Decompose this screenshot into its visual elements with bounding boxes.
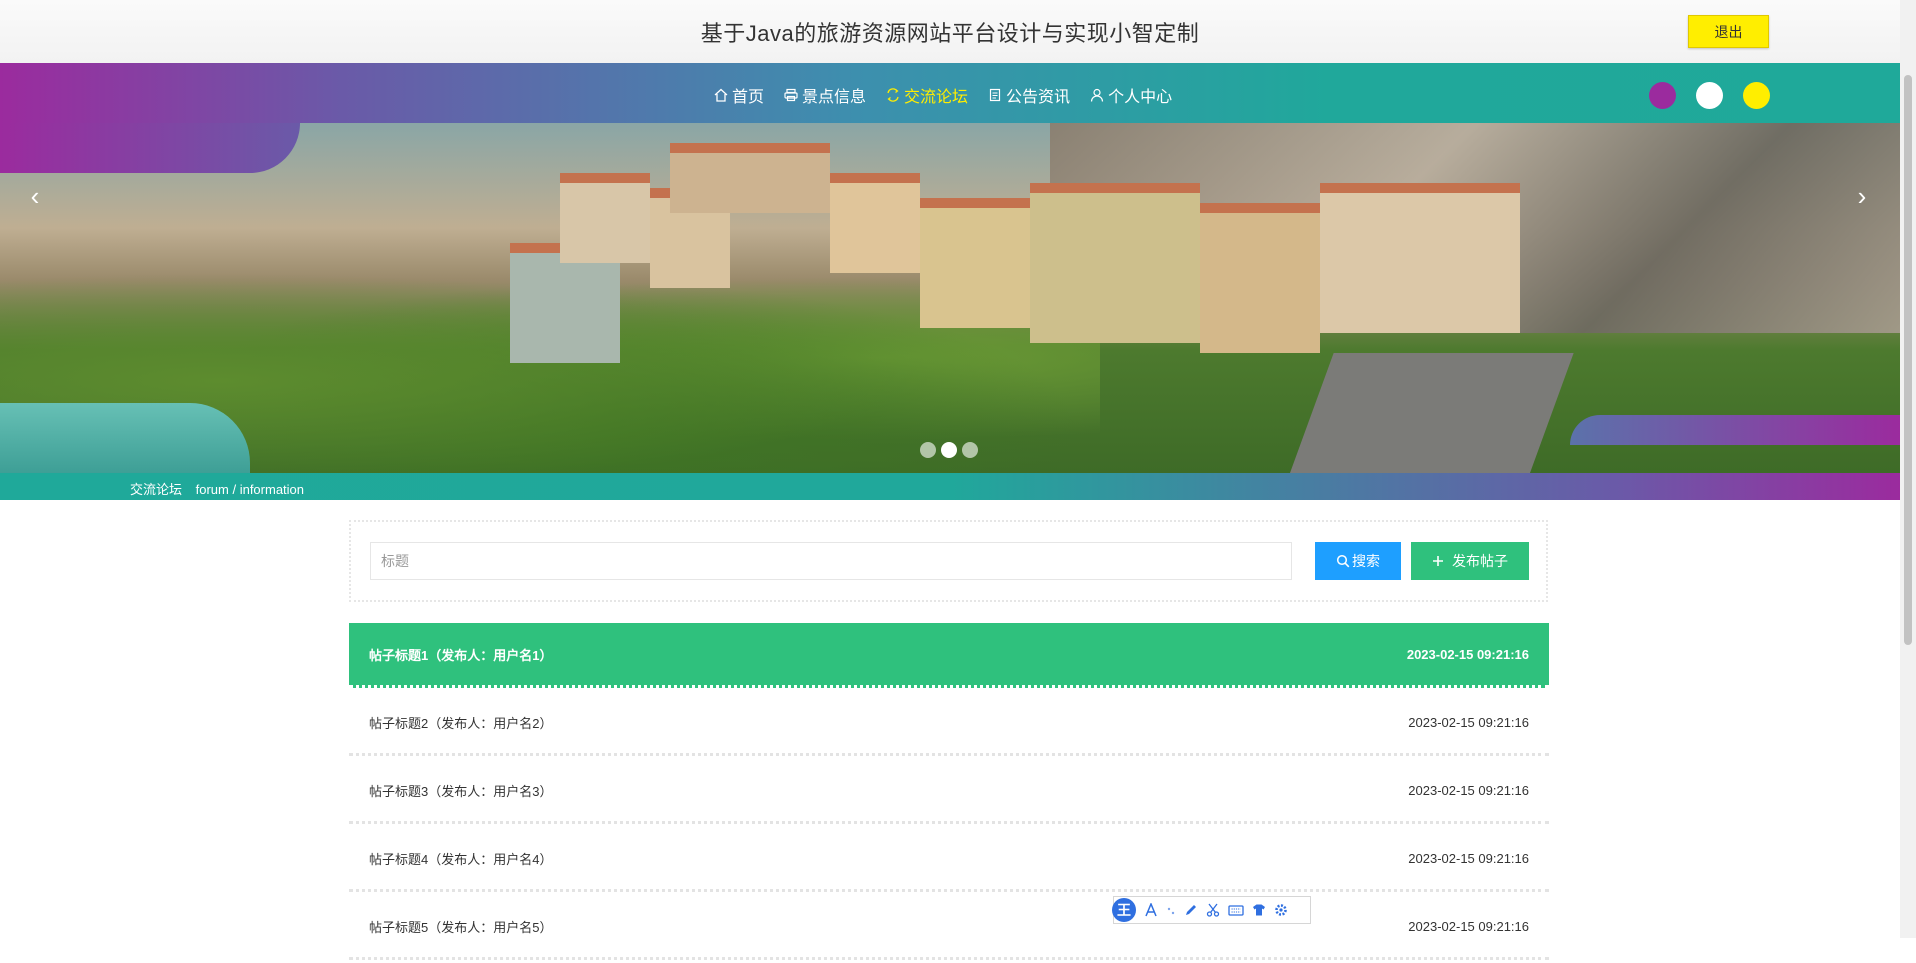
post-time: 2023-02-15 09:21:16 xyxy=(1408,782,1529,798)
post-row[interactable]: 帖子标题2（发布人：用户名2） 2023-02-15 09:21:16 xyxy=(349,691,1549,756)
theme-yellow-button[interactable] xyxy=(1743,82,1770,109)
top-header: 基于Java的旅游资源网站平台设计与实现小智定制 退出 xyxy=(0,0,1916,64)
post-row[interactable]: 帖子标题1（发布人：用户名1） 2023-02-15 09:21:16 xyxy=(349,623,1549,688)
banner-carousel: ‹ › xyxy=(0,123,1900,473)
nav-item-label: 个人中心 xyxy=(1108,89,1173,106)
post-row[interactable]: 帖子标题4（发布人：用户名4） 2023-02-15 09:21:16 xyxy=(349,827,1549,892)
new-post-button-label: 发布帖子 xyxy=(1452,553,1508,569)
post-time: 2023-02-15 09:21:16 xyxy=(1408,850,1529,866)
home-icon xyxy=(714,88,728,102)
search-input[interactable] xyxy=(370,542,1292,580)
carousel-dot[interactable] xyxy=(962,442,978,458)
banner-image-road xyxy=(1286,353,1574,473)
post-title: 帖子标题3（发布人：用户名3） xyxy=(369,783,553,799)
nav-item-label: 景点信息 xyxy=(802,89,867,106)
scissors-icon[interactable] xyxy=(1206,903,1220,917)
nav-item-news[interactable]: 公告资讯 xyxy=(988,83,1070,107)
post-time: 2023-02-15 09:21:16 xyxy=(1408,714,1529,730)
forum-icon xyxy=(887,88,899,102)
printer-icon xyxy=(784,88,798,102)
nav-item-forum[interactable]: 交流论坛 xyxy=(886,83,968,107)
banner-top-wave xyxy=(0,123,300,173)
carousel-dot[interactable] xyxy=(920,442,936,458)
banner-bottom-wave xyxy=(1570,415,1900,445)
post-title: 帖子标题1（发布人：用户名1） xyxy=(369,647,553,663)
keyboard-icon[interactable] xyxy=(1228,903,1244,917)
post-time: 2023-02-15 09:21:16 xyxy=(1408,918,1529,934)
theme-purple-button[interactable] xyxy=(1649,82,1676,109)
carousel-prev-arrow[interactable]: ‹ xyxy=(20,181,50,211)
scrollbar-thumb[interactable] xyxy=(1904,75,1912,645)
banner-image-village xyxy=(510,143,1710,373)
breadcrumb-title: 交流论坛 xyxy=(130,482,183,497)
carousel-indicators xyxy=(920,442,978,458)
site-title: 基于Java的旅游资源网站平台设计与实现小智定制 xyxy=(700,21,1200,46)
search-panel: 搜索 发布帖子 xyxy=(349,520,1548,602)
logout-button[interactable]: 退出 xyxy=(1688,15,1769,48)
carousel-dot[interactable] xyxy=(941,442,957,458)
gear-icon[interactable] xyxy=(1274,903,1288,917)
post-title: 帖子标题2（发布人：用户名2） xyxy=(369,715,553,731)
carousel-next-arrow[interactable]: › xyxy=(1847,181,1877,211)
document-icon xyxy=(989,88,1001,102)
nav-item-attractions[interactable]: 景点信息 xyxy=(784,83,866,107)
page-scrollbar[interactable] xyxy=(1900,0,1916,938)
theme-white-button[interactable] xyxy=(1696,82,1723,109)
breadcrumb-text: 交流论坛 forum / information xyxy=(130,479,314,498)
new-post-button[interactable]: 发布帖子 xyxy=(1411,542,1529,580)
banner-image-lake xyxy=(0,403,250,473)
main-nav: 首页 景点信息 交流论坛 公告资讯 个人中心 xyxy=(0,63,1900,123)
search-button-label: 搜索 xyxy=(1352,553,1380,569)
nav-menu: 首页 景点信息 交流论坛 公告资讯 个人中心 xyxy=(714,83,1192,107)
post-title: 帖子标题4（发布人：用户名4） xyxy=(369,851,553,867)
user-icon xyxy=(1090,88,1104,102)
post-title: 帖子标题5（发布人：用户名5） xyxy=(369,919,553,935)
ime-logo-icon[interactable]: 王 xyxy=(1112,898,1136,922)
post-row[interactable]: 帖子标题5（发布人：用户名5） 2023-02-15 09:21:16 xyxy=(349,895,1549,960)
pen-icon[interactable] xyxy=(1184,903,1198,917)
plus-icon xyxy=(1433,556,1443,566)
nav-item-label: 公告资讯 xyxy=(1006,89,1071,106)
post-list: 帖子标题1（发布人：用户名1） 2023-02-15 09:21:16 帖子标题… xyxy=(349,623,1549,963)
theme-switcher xyxy=(1649,82,1770,109)
search-button[interactable]: 搜索 xyxy=(1315,542,1401,580)
font-icon[interactable] xyxy=(1144,903,1158,917)
post-row[interactable]: 帖子标题3（发布人：用户名3） 2023-02-15 09:21:16 xyxy=(349,759,1549,824)
nav-item-label: 首页 xyxy=(732,89,765,106)
ime-toolbar: 王 xyxy=(1112,896,1311,924)
nav-item-home[interactable]: 首页 xyxy=(714,83,764,107)
breadcrumb-path: forum / information xyxy=(195,482,305,497)
post-time: 2023-02-15 09:21:16 xyxy=(1406,646,1529,662)
skin-icon[interactable] xyxy=(1252,903,1266,917)
punctuation-icon[interactable] xyxy=(1166,903,1176,917)
search-icon xyxy=(1336,554,1350,568)
nav-item-profile[interactable]: 个人中心 xyxy=(1090,83,1172,107)
breadcrumb: 交流论坛 forum / information xyxy=(0,473,1900,500)
nav-item-label: 交流论坛 xyxy=(904,89,969,106)
